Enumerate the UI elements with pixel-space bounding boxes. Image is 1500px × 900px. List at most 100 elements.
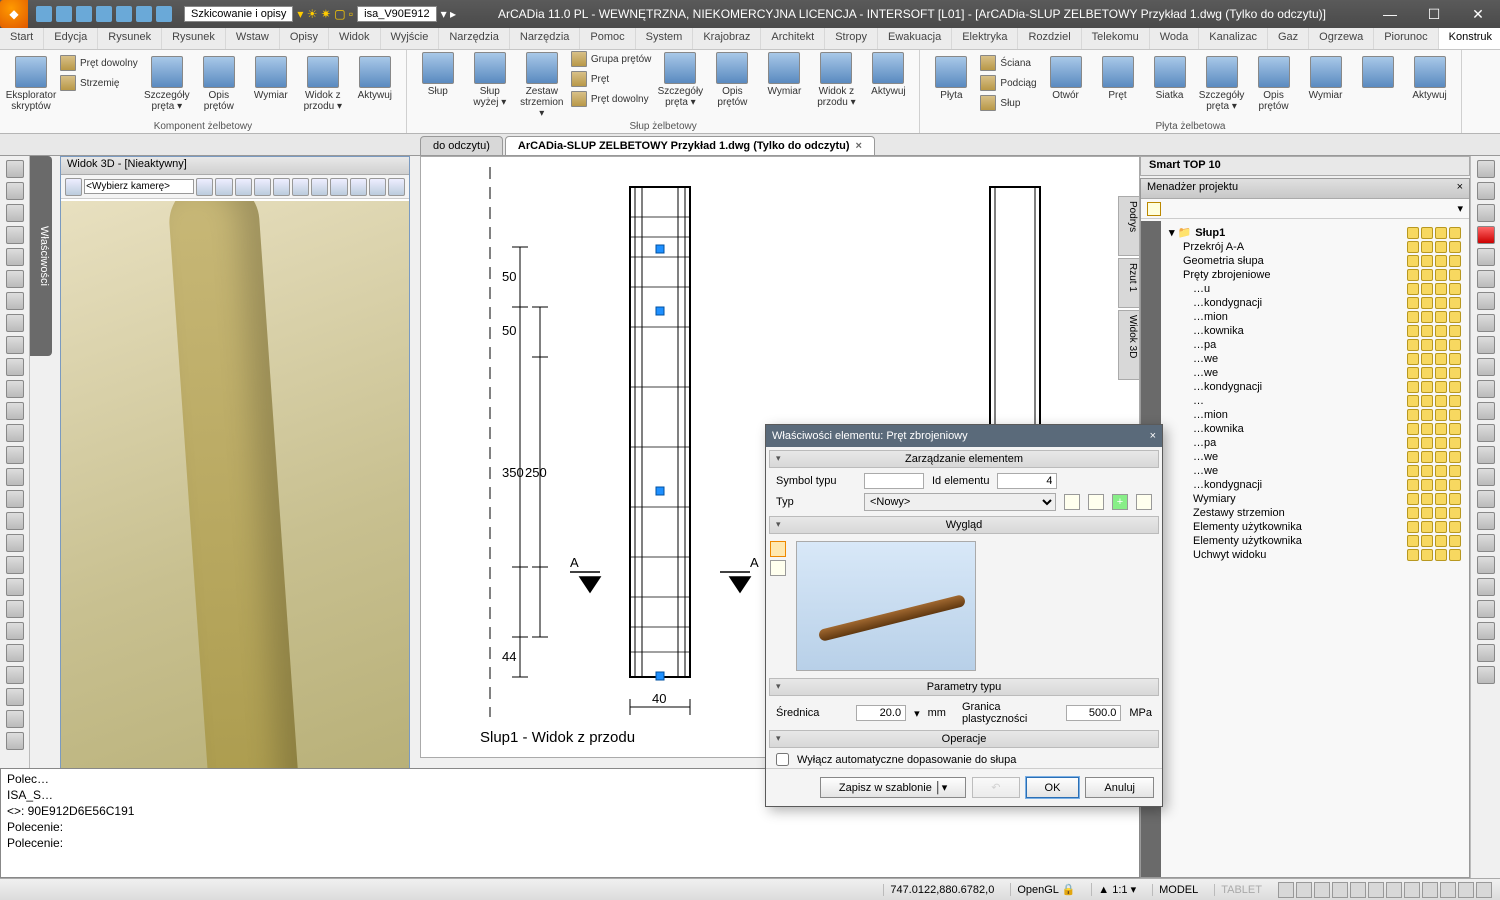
tab-close-icon[interactable]: × [856,140,862,152]
status-icon[interactable] [1332,882,1348,898]
rtool-icon[interactable] [1477,424,1495,442]
rtool-icon[interactable] [1477,182,1495,200]
tool-icon[interactable] [6,270,24,288]
pm-tree-item[interactable]: …kownika [1165,422,1465,436]
ribbon-button[interactable]: Aktywuj [350,52,400,119]
ribbon-button[interactable]: Szczegółypręta ▾ [142,52,192,119]
status-icon[interactable] [1404,882,1420,898]
tool-icon[interactable] [6,336,24,354]
tool-icon[interactable] [6,666,24,684]
rtool-icon[interactable] [1477,556,1495,574]
status-icon[interactable] [1386,882,1402,898]
ribbon-button[interactable]: Eksploratorskryptów [6,52,56,119]
status-icon[interactable] [1296,882,1312,898]
pm-tree-item[interactable]: …kondygnacji [1165,380,1465,394]
status-icon[interactable] [1476,882,1492,898]
ribbon-button[interactable] [1353,52,1403,119]
ribbon-tab[interactable]: Ogrzewa [1309,28,1374,49]
rtool-icon[interactable] [1477,358,1495,376]
tool-icon[interactable] [6,556,24,574]
document-tab[interactable]: do odczytu) [420,136,503,155]
ribbon-tab[interactable]: Gaz [1268,28,1309,49]
view3d-tool-icon[interactable] [369,178,386,196]
ribbon-tab[interactable]: Rysunek [98,28,162,49]
tool-icon[interactable] [6,204,24,222]
qat-icon[interactable] [96,6,112,22]
view3d-render[interactable] [61,201,409,775]
view3d-tool-icon[interactable] [350,178,367,196]
qat-icon[interactable] [156,6,172,22]
status-model[interactable]: MODEL [1152,884,1204,896]
tool-icon[interactable] [6,380,24,398]
ribbon-button[interactable]: Otwór [1041,52,1091,119]
ribbon-tab[interactable]: Piorunoc [1374,28,1438,49]
close-button[interactable]: ✕ [1456,0,1500,28]
view3d-tool-icon[interactable] [388,178,405,196]
status-icon[interactable] [1422,882,1438,898]
minimize-button[interactable]: — [1368,0,1412,28]
status-icon[interactable] [1440,882,1456,898]
tool-icon[interactable] [6,160,24,178]
ribbon-button[interactable]: Pręt [1093,52,1143,119]
ribbon-button-small[interactable]: Strzemię [58,74,140,92]
ribbon-button[interactable]: Widok zprzodu ▾ [811,48,861,119]
side-tab-podrys[interactable]: Podrys [1118,196,1140,256]
tool-icon[interactable] [6,578,24,596]
tool-icon[interactable] [6,468,24,486]
ribbon-tab[interactable]: Ewakuacja [878,28,952,49]
ribbon-button-small[interactable]: Podciąg [978,74,1038,92]
diameter-input[interactable] [856,705,906,721]
tool-icon[interactable] [6,600,24,618]
ribbon-button[interactable]: Zestawstrzemion ▾ [517,48,567,119]
ribbon-tab[interactable]: Rysunek [162,28,226,49]
ribbon-tab[interactable]: Architekt [761,28,825,49]
ribbon-button[interactable]: Wymiar [1301,52,1351,119]
side-tab-rzut1[interactable]: Rzut 1 [1118,258,1140,308]
ribbon-button[interactable]: Opisprętów [707,48,757,119]
ribbon-tab[interactable]: Narzędzia [439,28,510,49]
tool-icon[interactable] [6,314,24,332]
rtool-icon[interactable] [1477,600,1495,618]
ribbon-button[interactable]: Szczegółypręta ▾ [655,48,705,119]
tool-icon[interactable] [6,622,24,640]
type-select[interactable]: <Nowy> [864,493,1056,511]
view3d-tool-icon[interactable] [273,178,290,196]
status-icon[interactable] [1350,882,1366,898]
quick-access-toolbar[interactable] [28,6,180,22]
preview-cam1-icon[interactable] [770,541,786,557]
section-management[interactable]: Zarządzanie elementem [769,450,1159,468]
ribbon-button[interactable]: Opisprętów [1249,52,1299,119]
tool-icon[interactable] [6,534,24,552]
rtool-icon[interactable] [1477,160,1495,178]
view3d-tool-icon[interactable] [330,178,347,196]
tool-icon[interactable] [6,402,24,420]
pm-tree-item[interactable]: Uchwyt widoku [1165,548,1465,562]
qat-combo-isa[interactable]: isa_V90E912 [357,6,436,22]
ribbon-tab[interactable]: Start [0,28,44,49]
section-appearance[interactable]: Wygląd [769,516,1159,534]
ribbon-tab[interactable]: Opisy [280,28,329,49]
rtool-icon[interactable] [1477,446,1495,464]
pm-tree-item[interactable]: …we [1165,464,1465,478]
ribbon-tab[interactable]: Narzędzia [510,28,581,49]
pm-filter-icon[interactable]: ▾ [1457,202,1463,215]
ribbon-button-small[interactable]: Pręt dowolny [58,54,140,72]
tool-icon[interactable] [6,710,24,728]
ribbon-button-small[interactable]: Pręt [569,70,654,88]
properties-tab[interactable]: Właściwości [30,156,52,356]
tool-icon[interactable] [6,248,24,266]
qat-combo-sketch[interactable]: Szkicowanie i opisy [184,6,293,22]
type-check-icon[interactable] [1136,494,1152,510]
tool-icon[interactable] [6,688,24,706]
view3d-tool-icon[interactable] [65,178,82,196]
tool-icon[interactable] [6,424,24,442]
ribbon-tab[interactable]: System [636,28,694,49]
symbol-input[interactable] [864,473,924,489]
ribbon-tab[interactable]: Woda [1150,28,1200,49]
rtool-icon[interactable] [1477,270,1495,288]
view3d-tool-icon[interactable] [254,178,271,196]
status-icon[interactable] [1278,882,1294,898]
section-params[interactable]: Parametry typu [769,678,1159,696]
status-icon[interactable] [1368,882,1384,898]
pm-tree-item[interactable]: …kondygnacji [1165,296,1465,310]
